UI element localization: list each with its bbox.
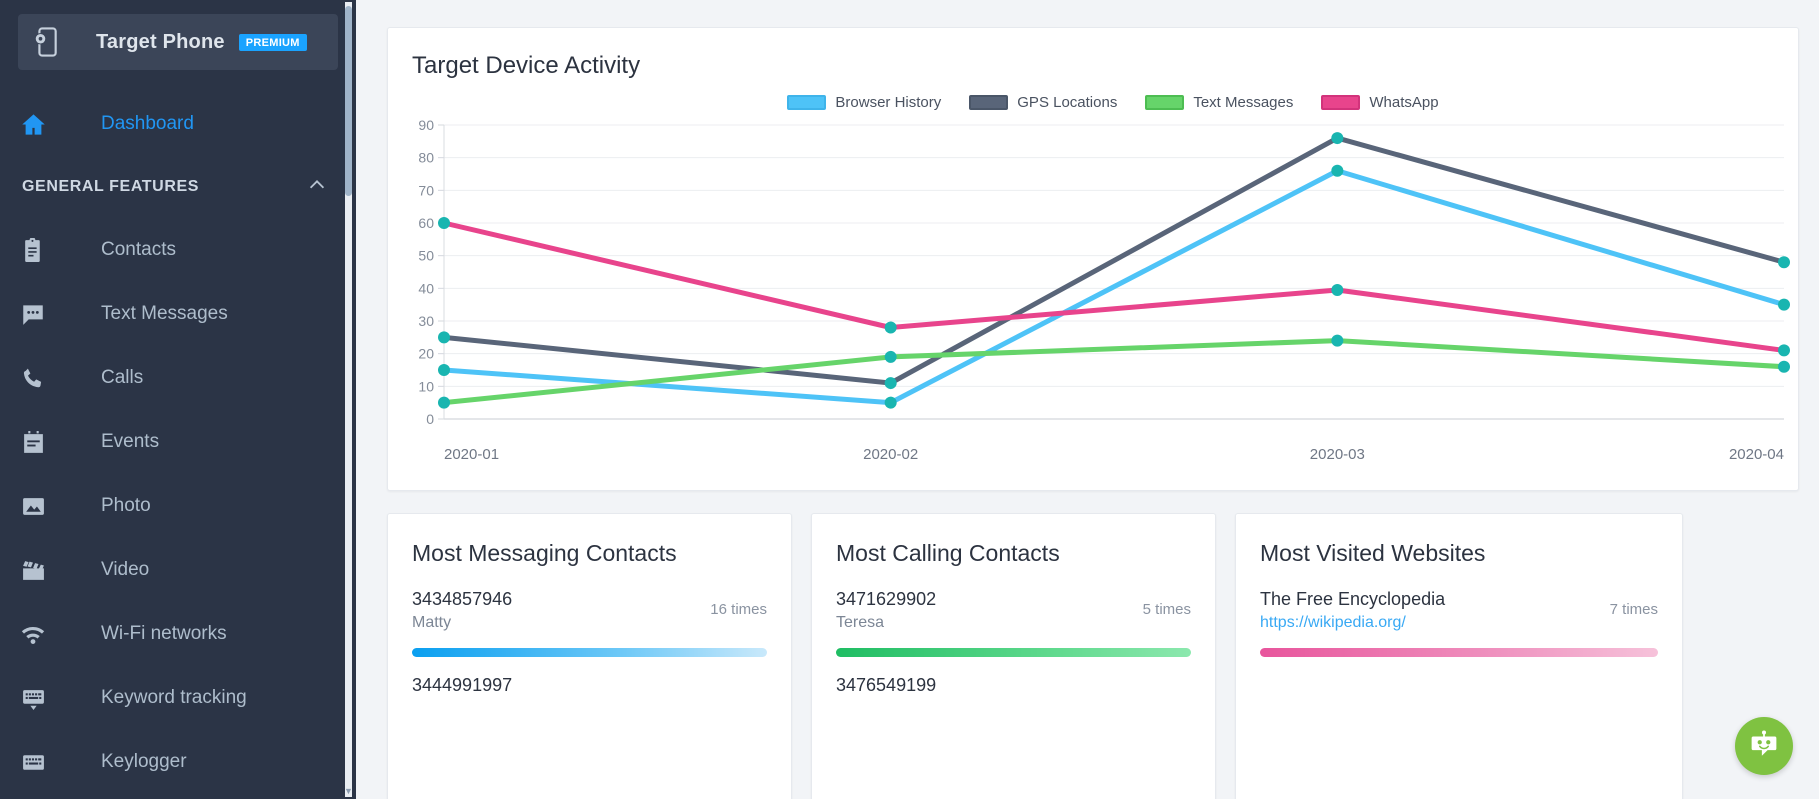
svg-text:80: 80 (418, 150, 434, 166)
chart-title: Target Device Activity (412, 52, 641, 79)
sidebar-item-photo[interactable]: Photo (0, 474, 356, 538)
sidebar-item-label: Keylogger (101, 751, 187, 772)
list-item-partial[interactable]: 3476549199 (812, 657, 1215, 696)
sidebar-item-label: Text Messages (101, 303, 228, 324)
sidebar-item-label: Events (101, 431, 160, 452)
phone-settings-icon (34, 27, 60, 57)
svg-text:0: 0 (426, 411, 434, 427)
svg-text:20: 20 (418, 346, 434, 362)
sidebar-item-dashboard[interactable]: Dashboard (0, 92, 356, 156)
app-root: Target Phone PREMIUM Dashboard GENERAL F… (0, 0, 1819, 799)
svg-text:40: 40 (418, 280, 434, 296)
chat-bot-icon (1748, 728, 1780, 765)
svg-text:2020-03: 2020-03 (1310, 446, 1365, 463)
calendar-icon (18, 430, 48, 455)
progress-bar (412, 648, 767, 657)
sidebar-scrollbar[interactable]: ▼ (344, 2, 353, 797)
legend-swatch (969, 95, 1009, 110)
sidebar-item-contacts[interactable]: Contacts (0, 218, 356, 282)
sidebar-item-label: Contacts (101, 239, 176, 260)
sidebar-item-text-messages[interactable]: Text Messages (0, 282, 356, 346)
list-item[interactable]: 3434857946 Matty 16 times (388, 567, 791, 657)
contact-number: 3471629902 (836, 589, 937, 609)
legend-swatch (1321, 95, 1361, 110)
svg-text:60: 60 (418, 215, 434, 231)
count-label: 16 times (710, 601, 767, 618)
contact-name: Teresa (836, 614, 885, 631)
legend-item-whatsapp[interactable]: WhatsApp (1321, 94, 1439, 111)
sidebar-item-wifi-networks[interactable]: Wi-Fi networks (0, 602, 356, 666)
svg-text:50: 50 (418, 248, 434, 264)
svg-text:2020-01: 2020-01 (444, 446, 499, 463)
home-icon (18, 111, 48, 138)
most-messaging-contacts-card: Most Messaging Contacts 3434857946 Matty… (387, 513, 792, 799)
card-title: Most Calling Contacts (836, 540, 1060, 566)
main-content: Target Device Activity Browser History G… (356, 0, 1819, 799)
sidebar-item-label: Dashboard (101, 113, 194, 134)
legend-swatch (1145, 95, 1185, 110)
legend-label: Browser History (835, 94, 942, 111)
sidebar-section-general-features[interactable]: GENERAL FEATURES (0, 156, 356, 218)
sidebar: Target Phone PREMIUM Dashboard GENERAL F… (0, 0, 356, 799)
svg-text:90: 90 (418, 117, 434, 133)
svg-text:2020-04: 2020-04 (1729, 446, 1784, 463)
svg-text:70: 70 (418, 182, 434, 198)
sidebar-item-events[interactable]: Events (0, 410, 356, 474)
chart-legend: Browser History GPS Locations Text Messa… (388, 94, 1798, 111)
legend-label: WhatsApp (1369, 94, 1439, 111)
count-label: 5 times (1142, 601, 1191, 618)
sidebar-item-label: Calls (101, 367, 144, 388)
keyboard-icon (18, 750, 48, 775)
image-icon (18, 494, 48, 519)
wifi-icon (18, 621, 48, 647)
card-title: Most Messaging Contacts (412, 540, 677, 566)
list-item[interactable]: The Free Encyclopedia https://wikipedia.… (1236, 567, 1682, 657)
device-name: Target Phone (96, 30, 225, 53)
sidebar-scrollbar-thumb[interactable] (345, 6, 352, 196)
legend-swatch (787, 95, 827, 110)
card-title: Most Visited Websites (1260, 540, 1486, 566)
website-url-link[interactable]: https://wikipedia.org/ (1260, 614, 1658, 632)
legend-item-gps-locations[interactable]: GPS Locations (969, 94, 1117, 111)
legend-item-text-messages[interactable]: Text Messages (1145, 94, 1293, 111)
sidebar-item-label: Video (101, 559, 150, 580)
svg-text:2020-02: 2020-02 (863, 446, 918, 463)
sidebar-item-label: Wi-Fi networks (101, 623, 227, 644)
keyboard-down-icon (18, 686, 48, 711)
sidebar-item-keylogger[interactable]: Keylogger (0, 730, 356, 794)
legend-label: GPS Locations (1017, 94, 1118, 111)
list-item[interactable]: 3471629902 Teresa 5 times (812, 567, 1215, 657)
chevron-up-icon[interactable] (306, 174, 328, 201)
list-item-partial[interactable]: 3444991997 (388, 657, 791, 696)
sidebar-item-label: Keyword tracking (101, 687, 247, 708)
sidebar-nav: Dashboard GENERAL FEATURES Contacts Text… (0, 92, 356, 794)
sidebar-item-video[interactable]: Video (0, 538, 356, 602)
summary-cards-row: Most Messaging Contacts 3434857946 Matty… (387, 513, 1683, 799)
count-label: 7 times (1609, 601, 1658, 618)
contacts-icon (18, 237, 48, 263)
legend-item-browser-history[interactable]: Browser History (787, 94, 941, 111)
sidebar-item-calls[interactable]: Calls (0, 346, 356, 410)
activity-chart-card: Target Device Activity Browser History G… (387, 27, 1799, 491)
svg-text:10: 10 (418, 378, 434, 394)
clapperboard-icon (18, 558, 48, 583)
device-header[interactable]: Target Phone PREMIUM (18, 14, 338, 70)
sidebar-item-label: Photo (101, 495, 151, 516)
most-visited-websites-card: Most Visited Websites The Free Encyclope… (1235, 513, 1683, 799)
most-calling-contacts-card: Most Calling Contacts 3471629902 Teresa … (811, 513, 1216, 799)
legend-label: Text Messages (1193, 94, 1294, 111)
sidebar-section-label: GENERAL FEATURES (22, 178, 200, 195)
chat-bot-button[interactable] (1735, 717, 1793, 775)
sidebar-item-keyword-tracking[interactable]: Keyword tracking (0, 666, 356, 730)
premium-badge: PREMIUM (238, 33, 307, 51)
progress-bar (1260, 648, 1658, 657)
phone-icon (18, 366, 48, 391)
progress-bar (836, 648, 1191, 657)
line-chart-svg: 0 10 20 30 40 50 60 70 80 90 2020-01 2020-02 2020-03… (418, 117, 1790, 463)
svg-text:30: 30 (418, 313, 434, 329)
chart-plot-area[interactable]: 0 10 20 30 40 50 60 70 80 90 2020-01 2020-02 2020-03… (388, 117, 1800, 467)
website-title: The Free Encyclopedia (1260, 589, 1446, 609)
message-icon (18, 301, 48, 327)
scroll-down-arrow-icon[interactable]: ▼ (344, 786, 353, 796)
